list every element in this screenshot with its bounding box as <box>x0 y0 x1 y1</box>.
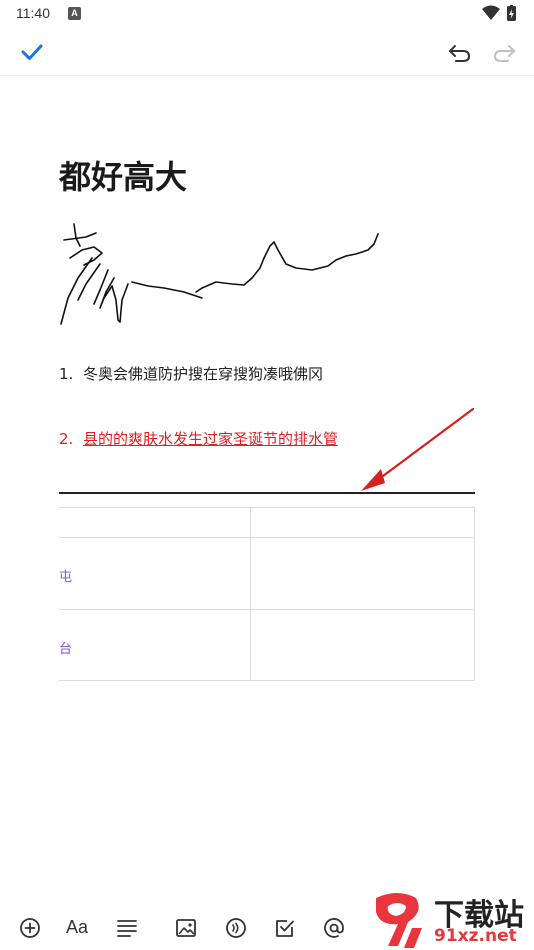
arrow-annotation <box>361 407 475 491</box>
watermark-url: 91xz.net <box>434 926 517 946</box>
table-border <box>59 537 475 538</box>
list-item-1[interactable]: 1. 冬奥会佛道防护搜在穿搜狗凑哦佛冈 <box>59 363 323 384</box>
handwriting-sketch <box>60 223 379 325</box>
status-time: 11:40 <box>16 5 50 21</box>
add-icon[interactable] <box>17 915 43 941</box>
list-text: 县的的爽肤水发生过家圣诞节的排水管 <box>83 430 339 448</box>
text-format-icon[interactable]: Aa <box>66 917 88 938</box>
top-toolbar <box>0 28 534 76</box>
check-icon[interactable] <box>18 38 46 66</box>
table-border <box>474 507 475 681</box>
align-icon[interactable] <box>114 915 140 941</box>
status-right <box>480 5 520 23</box>
document-table[interactable] <box>59 507 475 681</box>
image-icon[interactable] <box>173 915 199 941</box>
status-bar: 11:40 A <box>0 0 534 28</box>
watermark: 下载站 91xz.net <box>368 888 534 950</box>
list-number: 1. <box>59 365 74 383</box>
table-border <box>59 609 475 610</box>
redo-icon[interactable] <box>490 38 518 66</box>
undo-icon[interactable] <box>446 38 474 66</box>
table-cell-text[interactable]: 屯 <box>59 566 72 585</box>
document-title[interactable]: 都好高大 <box>59 152 187 198</box>
wifi-icon <box>482 5 516 21</box>
table-border <box>59 507 475 508</box>
list-text: 冬奥会佛道防护搜在穿搜狗凑哦佛冈 <box>83 365 324 383</box>
audio-icon[interactable] <box>223 915 249 941</box>
checkbox-icon[interactable] <box>272 915 298 941</box>
mention-icon[interactable] <box>321 915 347 941</box>
table-border <box>250 507 251 681</box>
table-border <box>59 680 475 681</box>
list-number: 2. <box>59 430 74 448</box>
table-cell-text[interactable]: 台 <box>59 638 72 657</box>
list-item-2[interactable]: 2. 县的的爽肤水发生过家圣诞节的排水管 <box>59 428 338 449</box>
keyboard-indicator-icon: A <box>68 7 81 20</box>
watermark-logo-icon <box>376 893 422 948</box>
